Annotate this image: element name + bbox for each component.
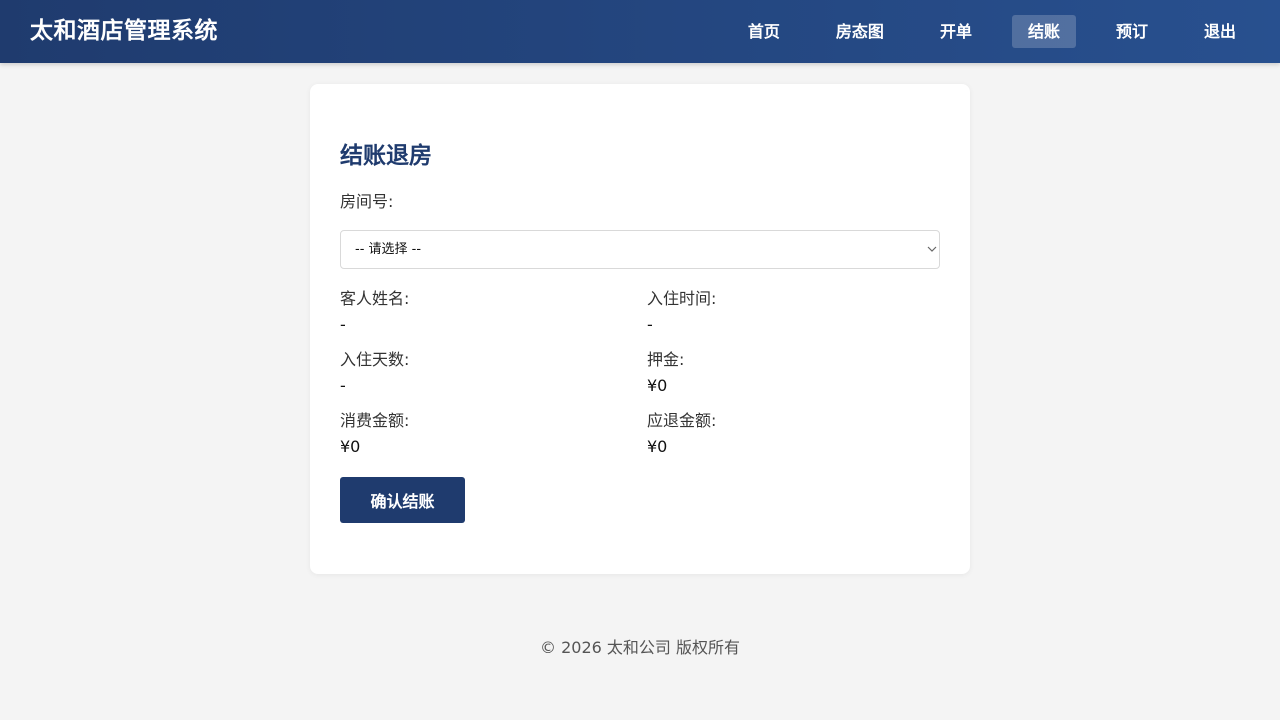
checkin-time-value: - (647, 315, 653, 334)
room-number-label: 房间号: (340, 192, 394, 211)
chevron-down-icon (927, 246, 937, 252)
room-number-select[interactable]: -- 请选择 -- (340, 230, 940, 269)
deposit-value: ¥0 (647, 376, 668, 395)
nav-item-logout[interactable]: 退出 (1188, 15, 1252, 48)
nav-item-home[interactable]: 首页 (732, 15, 796, 48)
stay-days-label: 入住天数: (340, 350, 410, 369)
nav-item-checkout[interactable]: 结账 (1011, 15, 1076, 48)
deposit-field: 押金: ¥0 (647, 346, 927, 395)
checkin-time-label: 入住时间: (647, 289, 717, 308)
room-select-value: -- 请选择 -- (355, 242, 422, 257)
stay-days-field: 入住天数: - (340, 346, 620, 395)
checkout-card: 结账退房 房间号: -- 请选择 -- 客人姓名: - 入住时间: - 入住天数… (310, 84, 970, 574)
footer-copyright: © 2026 太和公司 版权所有 (540, 638, 740, 657)
checkin-time-field: 入住时间: - (647, 285, 927, 334)
main-nav: 首页 房态图 开单 结账 预订 退出 (708, 15, 1252, 48)
consumption-field: 消费金额: ¥0 (340, 407, 620, 456)
top-navbar: 太和酒店管理系统 首页 房态图 开单 结账 预订 退出 (0, 0, 1280, 63)
refund-value: ¥0 (647, 437, 668, 456)
consumption-value: ¥0 (340, 437, 361, 456)
consumption-label: 消费金额: (340, 411, 410, 430)
stay-days-value: - (340, 376, 346, 395)
refund-field: 应退金额: ¥0 (647, 407, 927, 456)
nav-item-room-status[interactable]: 房态图 (820, 15, 900, 48)
confirm-checkout-button[interactable]: 确认结账 (340, 477, 465, 523)
refund-label: 应退金额: (647, 411, 717, 430)
nav-item-reservation[interactable]: 预订 (1100, 15, 1164, 48)
guest-name-label: 客人姓名: (340, 289, 410, 308)
deposit-label: 押金: (647, 350, 685, 369)
app-title: 太和酒店管理系统 (30, 18, 218, 44)
page-title: 结账退房 (340, 143, 432, 169)
guest-name-value: - (340, 315, 346, 334)
nav-item-open-order[interactable]: 开单 (924, 15, 988, 48)
guest-name-field: 客人姓名: - (340, 285, 620, 334)
